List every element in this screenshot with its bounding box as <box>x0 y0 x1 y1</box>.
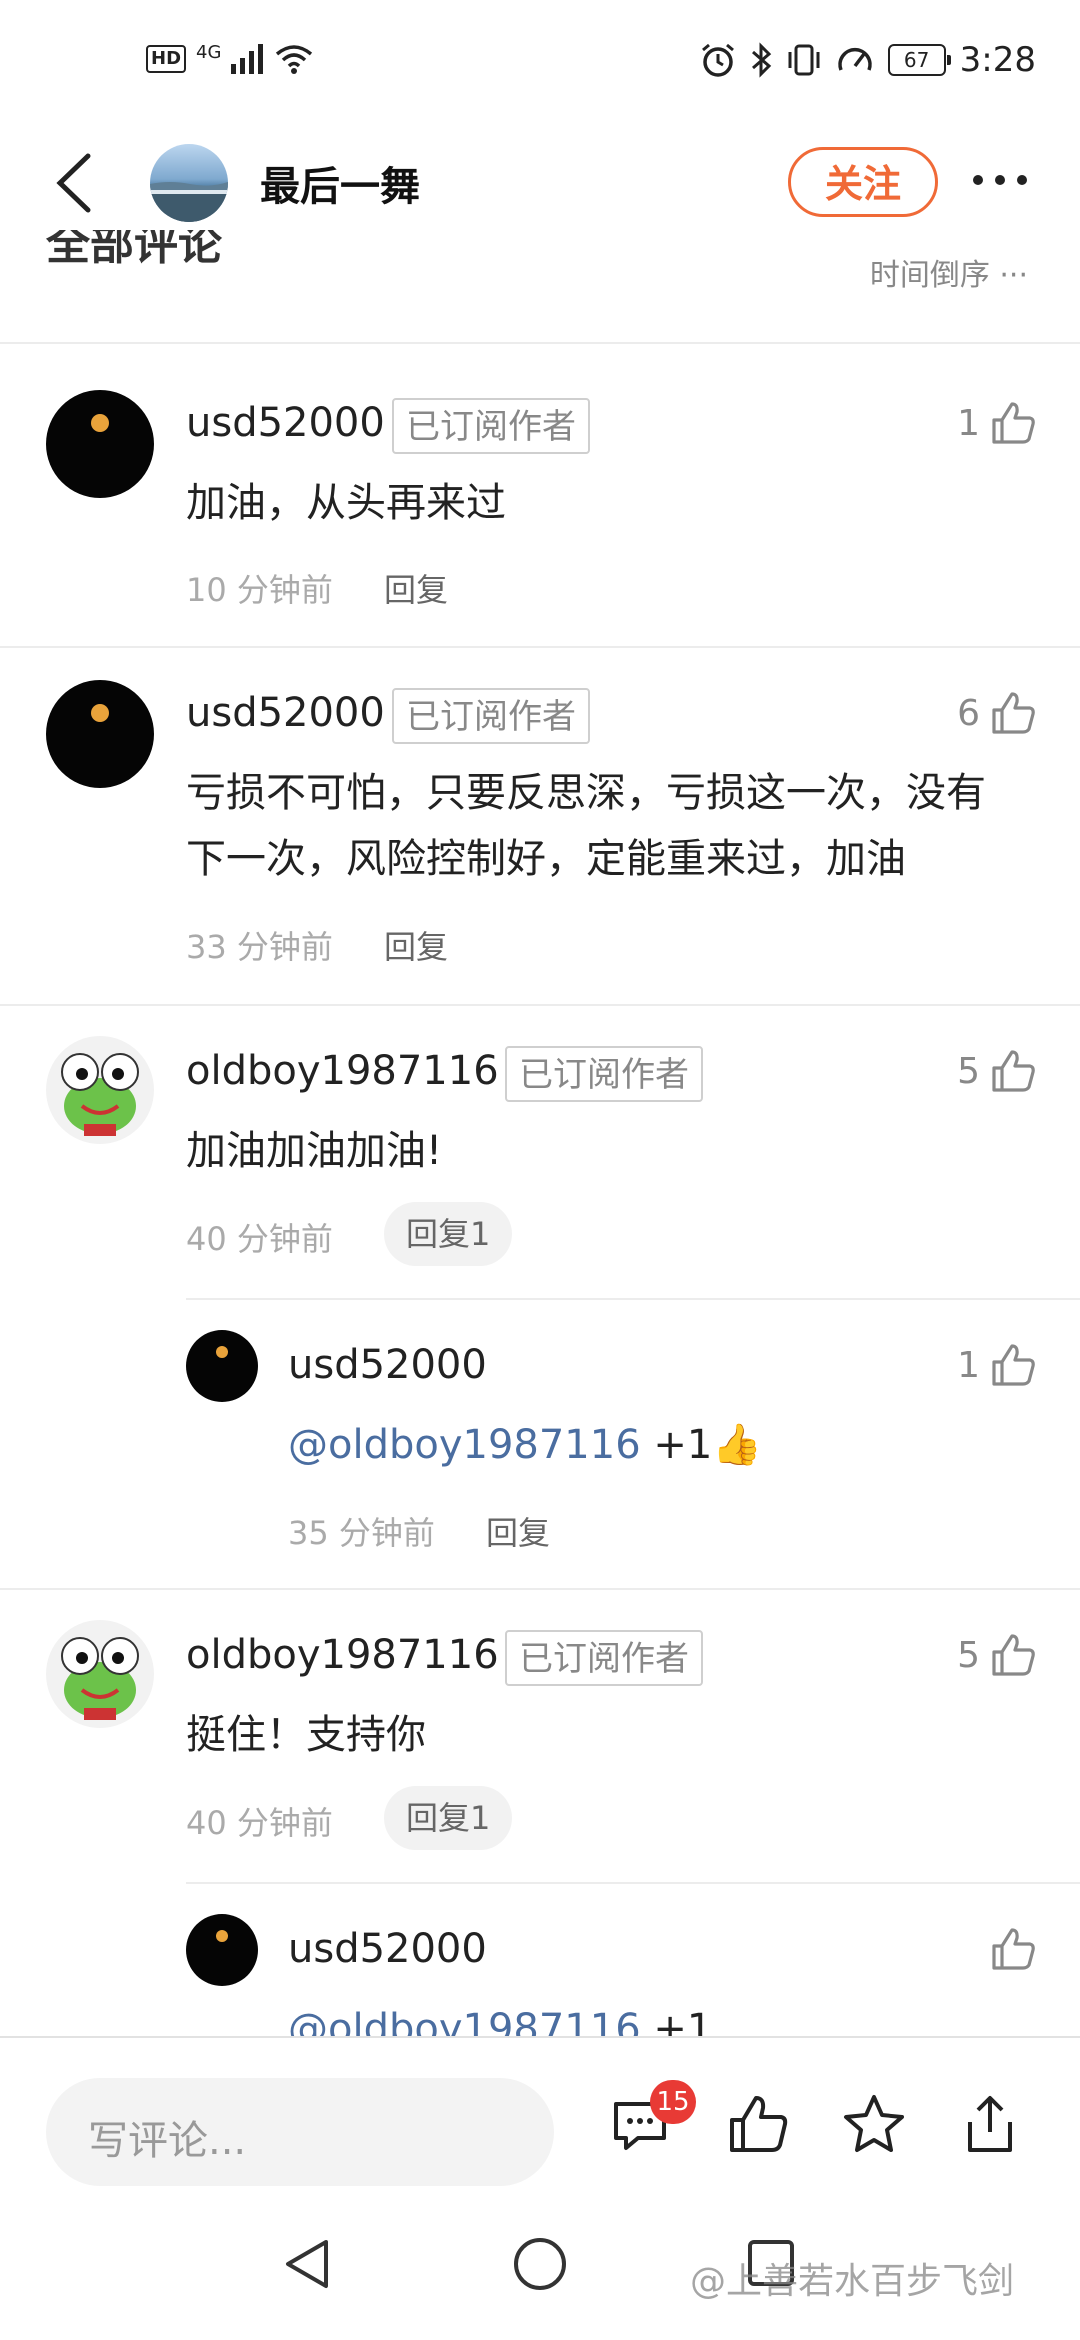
sort-toggle[interactable]: 时间倒序 ··· <box>870 250 1028 294</box>
reply-button[interactable]: 回复 <box>384 565 448 611</box>
nav-home-icon[interactable] <box>512 2236 568 2292</box>
divider <box>0 1004 1080 1006</box>
thumbs-up-icon[interactable] <box>726 2092 790 2156</box>
reply-username[interactable]: usd52000 <box>288 1342 487 1388</box>
section-title: 全部评论 <box>46 230 222 270</box>
thumbs-up-icon <box>992 1634 1035 1676</box>
like-count: 1 <box>957 1344 980 1386</box>
avatar[interactable] <box>186 1330 258 1402</box>
comment-username[interactable]: usd52000 <box>186 400 385 446</box>
subscriber-badge: 已订阅作者 <box>505 1630 703 1686</box>
divider <box>0 646 1080 648</box>
like-button[interactable]: 6 <box>957 690 1036 736</box>
comment-time: 33 分钟前 <box>186 928 333 966</box>
nav-back-icon[interactable] <box>282 2236 332 2292</box>
comment-text: 加油，从头再来过 <box>186 480 506 526</box>
divider <box>186 1882 1080 1884</box>
like-count: 5 <box>957 1050 980 1092</box>
status-left: HD 4G <box>146 41 313 74</box>
bottom-action-bar: 写评论... 15 <box>0 2036 1080 2188</box>
status-bar: HD 4G 67 3:28 <box>0 0 1080 130</box>
alarm-icon <box>701 43 734 77</box>
comment-text: 挺住！支持你 <box>186 1712 426 1758</box>
vibrate-icon <box>788 44 820 76</box>
chevron-left-icon[interactable] <box>50 150 100 216</box>
like-count: 1 <box>957 402 980 444</box>
comment-text: 加油加油加油! <box>186 1128 443 1174</box>
status-right: 67 3:28 <box>700 40 1036 80</box>
thumbs-up-icon <box>992 1050 1035 1092</box>
divider <box>0 1588 1080 1590</box>
frog-avatar-image <box>61 1637 139 1720</box>
comment-count-badge: 15 <box>650 2080 696 2124</box>
follow-button[interactable]: 关注 <box>788 147 938 217</box>
subscriber-badge: 已订阅作者 <box>392 398 590 454</box>
like-count: 6 <box>957 692 980 734</box>
avatar[interactable] <box>46 1036 154 1144</box>
like-button[interactable]: 1 <box>957 1342 1036 1388</box>
reply-username[interactable]: usd52000 <box>288 1926 487 1972</box>
thumbs-up-icon <box>992 692 1035 734</box>
comment-text-line: 亏损不可怕，只要反思深，亏损这一次，没有 <box>186 770 986 816</box>
page-title: 最后一舞 <box>260 164 420 210</box>
subscriber-badge: 已订阅作者 <box>392 688 590 744</box>
avatar[interactable] <box>46 1620 154 1728</box>
like-button[interactable] <box>990 1926 1036 1972</box>
status-time: 3:28 <box>959 40 1036 80</box>
reply-button[interactable]: 回复 <box>486 1508 550 1554</box>
frog-avatar-image <box>61 1053 139 1136</box>
comment-input[interactable]: 写评论... <box>46 2078 554 2186</box>
comment-time: 40 分钟前 <box>186 1220 333 1258</box>
like-button[interactable]: 5 <box>957 1048 1036 1094</box>
replies-button[interactable]: 回复1 <box>384 1786 513 1850</box>
comment-text-line: 下一次，风险控制好，定能重来过，加油 <box>186 836 906 882</box>
reply-body: +1👍 <box>640 1422 763 1468</box>
comment-input-placeholder: 写评论... <box>88 2118 247 2164</box>
divider <box>186 1298 1080 1300</box>
more-dots-icon[interactable] <box>970 170 1030 190</box>
comment-username[interactable]: oldboy1987116 <box>186 1048 499 1094</box>
comment-username[interactable]: oldboy1987116 <box>186 1632 499 1678</box>
reply-button[interactable]: 回复 <box>384 922 448 968</box>
comments-section-header: 全部评论 时间倒序 ··· <box>0 230 1080 342</box>
avatar[interactable] <box>46 390 154 498</box>
replies-button[interactable]: 回复1 <box>384 1202 513 1266</box>
comment-username[interactable]: usd52000 <box>186 690 385 736</box>
comment-time: 35 分钟前 <box>288 1514 435 1552</box>
watermark: @上善若水百步飞剑 <box>690 2261 1015 2302</box>
like-button[interactable]: 5 <box>957 1632 1036 1678</box>
avatar[interactable] <box>186 1914 258 1986</box>
subscriber-badge: 已订阅作者 <box>505 1046 703 1102</box>
like-count: 5 <box>957 1634 980 1676</box>
bluetooth-icon <box>751 42 771 78</box>
divider <box>0 342 1080 344</box>
hd-indicator: HD <box>146 45 187 73</box>
network-indicator: 4G <box>196 41 222 63</box>
battery-indicator: 67 <box>887 44 951 76</box>
comment-time: 40 分钟前 <box>186 1804 333 1842</box>
author-avatar[interactable] <box>150 144 228 222</box>
signal-icon <box>231 44 264 74</box>
share-icon[interactable] <box>958 2092 1022 2156</box>
avatar-landscape-image <box>150 182 228 222</box>
thumbs-up-icon <box>992 1928 1035 1970</box>
thumbs-up-icon <box>992 402 1035 444</box>
avatar[interactable] <box>46 680 154 788</box>
speed-icon <box>837 47 872 71</box>
user-mention[interactable]: @oldboy1987116 <box>288 1422 641 1468</box>
star-icon[interactable] <box>842 2092 906 2156</box>
comment-time: 10 分钟前 <box>186 571 333 609</box>
wifi-icon <box>276 45 313 74</box>
reply-text: @oldboy1987116 +1👍 <box>288 1412 762 1478</box>
like-button[interactable]: 1 <box>957 400 1036 446</box>
thumbs-up-icon <box>992 1344 1035 1386</box>
